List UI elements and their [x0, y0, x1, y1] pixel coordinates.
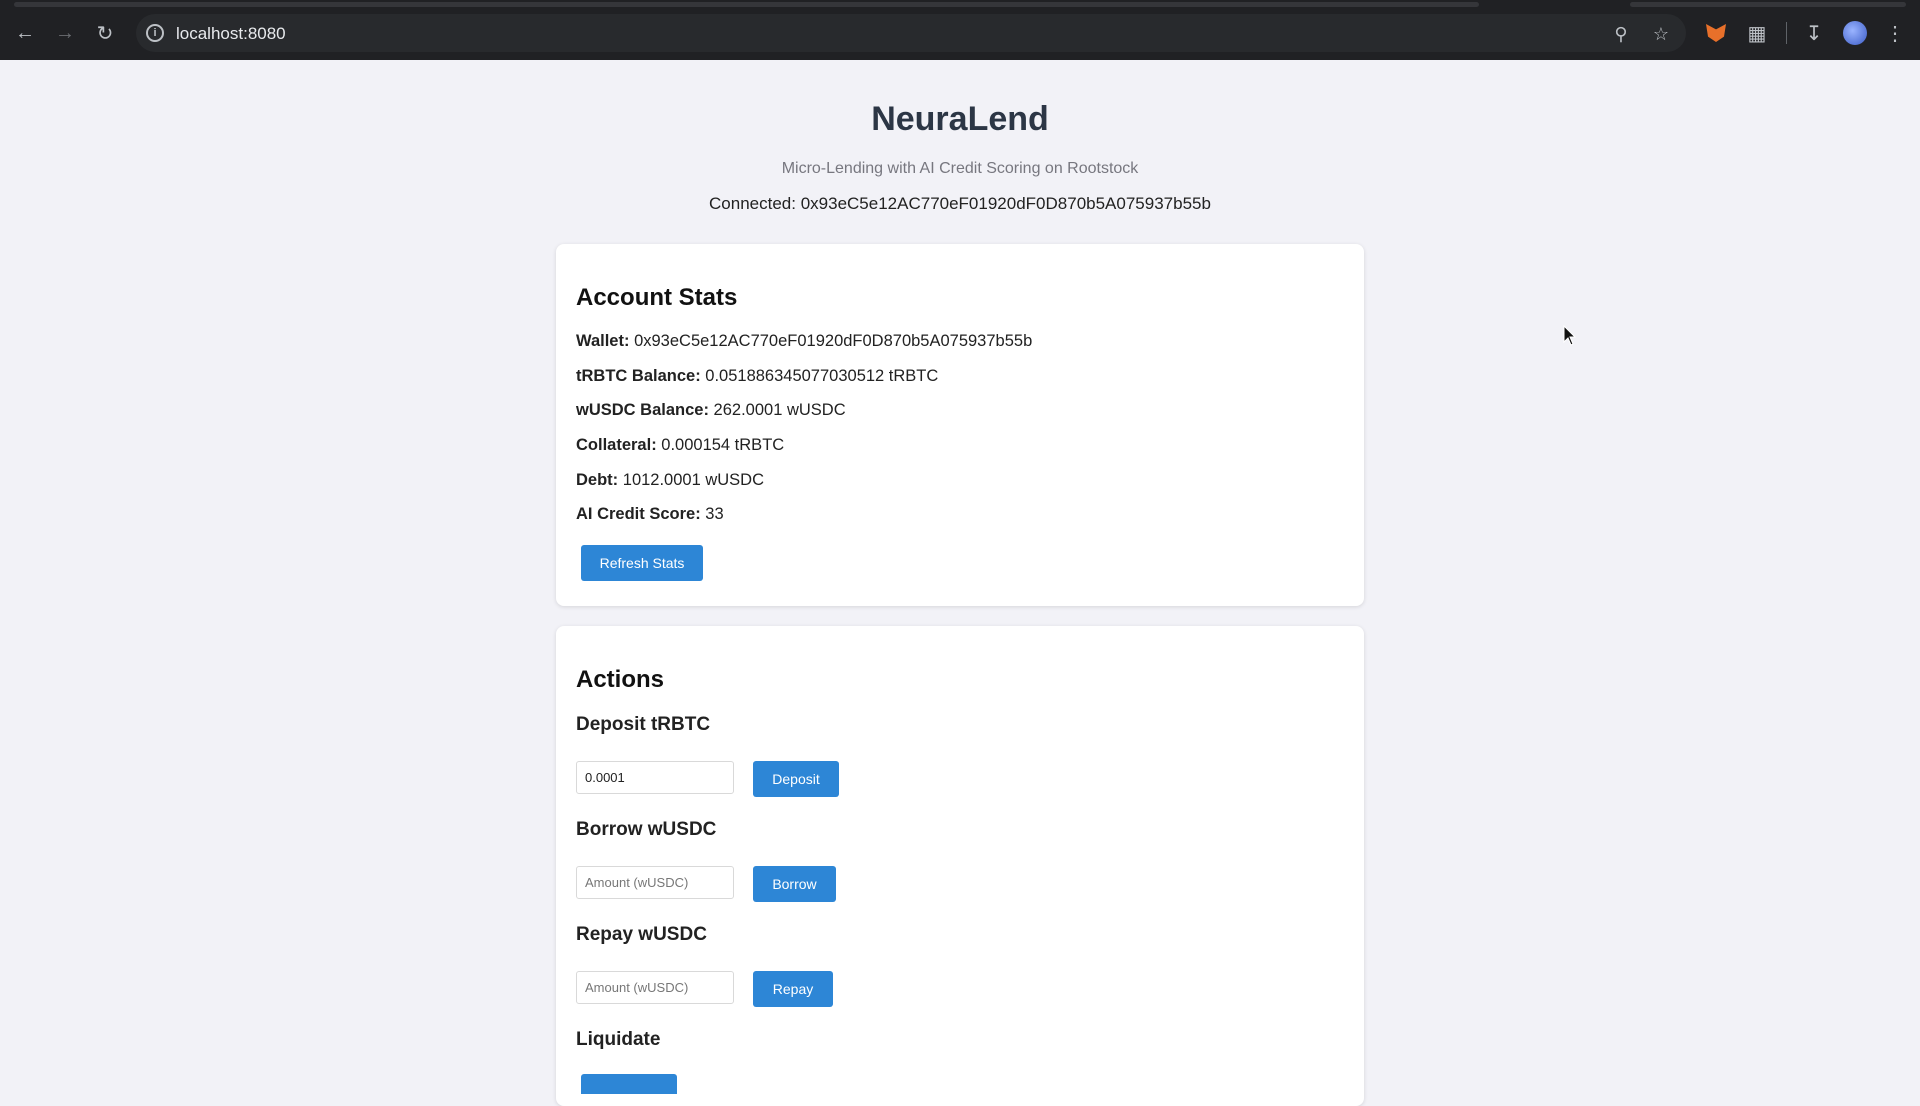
reload-icon[interactable]: ↻ — [90, 18, 120, 48]
stat-label: wUSDC Balance: — [576, 401, 709, 419]
stat-value: 0x93eC5e12AC770eF01920dF0D870b5A075937b5… — [634, 332, 1033, 350]
stat-label: Debt: — [576, 471, 619, 489]
liquidate-title: Liquidate — [576, 1029, 661, 1050]
deposit-button[interactable]: Deposit — [753, 761, 839, 797]
borrow-button[interactable]: Borrow — [753, 866, 836, 902]
toolbar-divider — [1786, 22, 1787, 44]
url-text[interactable]: localhost:8080 — [176, 24, 286, 44]
zoom-icon[interactable]: ⚲ — [1610, 23, 1632, 45]
site-info-icon[interactable]: i — [146, 24, 164, 42]
stat-value: 0.000154 tRBTC — [661, 436, 785, 454]
repay-amount-input[interactable] — [576, 971, 734, 1004]
stat-wusdc-balance: wUSDC Balance: 262.0001 wUSDC — [576, 401, 846, 420]
repay-title: Repay wUSDC — [576, 924, 707, 945]
deposit-amount-input[interactable] — [576, 761, 734, 794]
active-tab[interactable] — [14, 2, 1479, 7]
stat-value: 1012.0001 wUSDC — [622, 471, 765, 489]
stat-value: 262.0001 wUSDC — [713, 401, 846, 419]
borrow-amount-input[interactable] — [576, 866, 734, 899]
borrow-title: Borrow wUSDC — [576, 819, 717, 840]
bookmark-star-icon[interactable]: ☆ — [1650, 23, 1672, 45]
liquidate-button[interactable] — [581, 1074, 677, 1094]
stat-label: Wallet: — [576, 332, 630, 350]
profile-avatar-icon[interactable] — [1842, 20, 1868, 46]
refresh-stats-button[interactable]: Refresh Stats — [581, 545, 703, 581]
stat-wallet: Wallet: 0x93eC5e12AC770eF01920dF0D870b5A… — [576, 332, 1032, 351]
page-title: NeuraLend — [871, 100, 1049, 138]
connected-address: Connected: 0x93eC5e12AC770eF01920dF0D870… — [709, 194, 1211, 213]
menu-icon[interactable]: ⋮ — [1882, 20, 1908, 46]
stat-label: tRBTC Balance: — [576, 367, 701, 385]
inactive-tab[interactable] — [1630, 2, 1906, 7]
tab-strip — [0, 0, 1920, 8]
stat-label: Collateral: — [576, 436, 657, 454]
actions-card: Actions Deposit tRBTC Deposit Borrow wUS… — [556, 626, 1364, 1106]
repay-button[interactable]: Repay — [753, 971, 833, 1007]
download-icon[interactable]: ↧ — [1801, 20, 1827, 46]
back-icon[interactable]: ← — [10, 18, 40, 48]
extensions-icon[interactable]: ▦ — [1744, 20, 1770, 46]
stat-label: AI Credit Score: — [576, 505, 701, 523]
account-stats-card: Account Stats Wallet: 0x93eC5e12AC770eF0… — [556, 244, 1364, 606]
stat-trbtc-balance: tRBTC Balance: 0.051886345077030512 tRBT… — [576, 367, 938, 386]
stat-collateral: Collateral: 0.000154 tRBTC — [576, 436, 784, 455]
deposit-title: Deposit tRBTC — [576, 714, 711, 735]
browser-toolbar: ← → ↻ i localhost:8080 ⚲ ☆ ▦ ↧ ⋮ — [0, 0, 1920, 60]
address-bar[interactable]: i localhost:8080 ⚲ ☆ — [136, 14, 1686, 52]
page-content: NeuraLend Micro-Lending with AI Credit S… — [0, 60, 1920, 1106]
metamask-fox-icon[interactable] — [1703, 20, 1729, 46]
stat-value: 33 — [705, 505, 724, 523]
page-subtitle: Micro-Lending with AI Credit Scoring on … — [781, 160, 1139, 177]
stat-debt: Debt: 1012.0001 wUSDC — [576, 471, 764, 490]
mouse-cursor-icon — [1563, 325, 1577, 346]
forward-icon[interactable]: → — [50, 18, 80, 48]
actions-heading: Actions — [576, 666, 665, 693]
stat-value: 0.051886345077030512 tRBTC — [705, 367, 939, 385]
account-stats-heading: Account Stats — [576, 284, 738, 311]
stat-ai-credit-score: AI Credit Score: 33 — [576, 505, 724, 524]
